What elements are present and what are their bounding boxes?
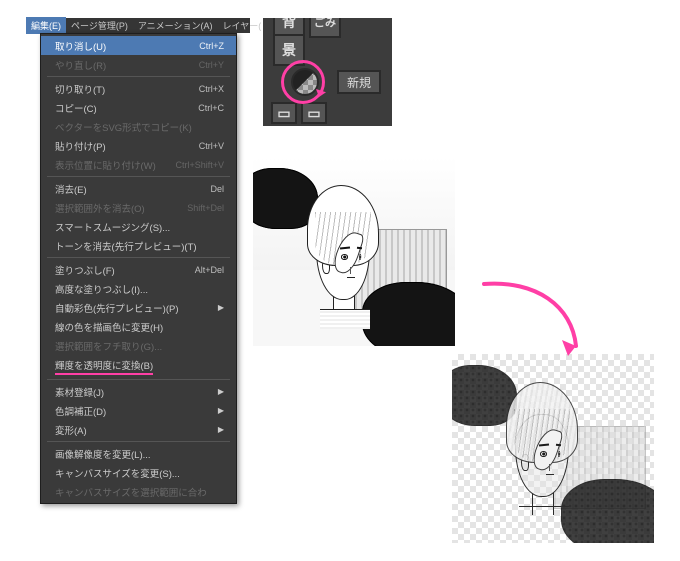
menu-item-hotkey: Alt+Del (195, 265, 224, 275)
toolbar-crop: 背 ごみ 景 新規 ▭ ▭ (263, 18, 392, 126)
menu-item-hotkey: Ctrl+C (198, 103, 224, 113)
menu-item: やり直し(R) Ctrl+Y (41, 55, 236, 74)
menu-item[interactable]: 輝度を透明度に変換(B) (41, 355, 236, 377)
app-menubar: 編集(E) ページ管理(P) アニメーション(A) レイヤー( (26, 18, 250, 33)
menu-item: 表示位置に貼り付け(W) Ctrl+Shift+V (41, 155, 236, 174)
menu-item[interactable]: 高度な塗りつぶし(I)... (41, 279, 236, 298)
illustration-before (253, 157, 455, 346)
toolbar-button-new[interactable]: 新規 (337, 70, 381, 94)
edit-menu-dropdown: 取り消し(U) Ctrl+Z やり直し(R) Ctrl+Y 切り取り(T) Ctrl+X コ… (40, 33, 237, 504)
chevron-right-icon: ▶ (218, 387, 224, 396)
menu-item-label: 切り取り(T) (55, 82, 105, 96)
menu-item-label: 取り消し(U) (55, 39, 106, 53)
menu-item-label: スマートスムージング(S)... (55, 220, 170, 234)
menubar-item-edit[interactable]: 編集(E) (26, 17, 66, 34)
menu-item-label: 素材登録(J) (55, 385, 104, 399)
menu-item: 選択範囲をフチ取り(G)... (41, 336, 236, 355)
menu-item[interactable]: 色調補正(D) ▶ (41, 401, 236, 420)
menu-item-label: 自動彩色(先行プレビュー)(P) (55, 301, 179, 315)
menu-item: キャンバスサイズを選択範囲に合わ (41, 482, 236, 501)
chevron-right-icon: ▶ (218, 406, 224, 415)
annotation-circle (281, 60, 325, 104)
menu-item-hotkey: Ctrl+Shift+V (175, 160, 224, 170)
menu-item[interactable]: 消去(E) Del (41, 179, 236, 198)
menu-item[interactable]: 取り消し(U) Ctrl+Z (41, 36, 236, 55)
menu-item-label: キャンバスサイズを変更(S)... (55, 466, 180, 480)
menu-item[interactable]: トーンを消去(先行プレビュー)(T) (41, 236, 236, 255)
chevron-right-icon: ▶ (218, 425, 224, 434)
menu-item-label: 表示位置に貼り付け(W) (55, 158, 156, 172)
chevron-right-icon: ▶ (218, 303, 224, 312)
menu-item: 選択範囲外を消去(O) Shift+Del (41, 198, 236, 217)
menu-item[interactable]: 貼り付け(P) Ctrl+V (41, 136, 236, 155)
menu-item-label: 消去(E) (55, 182, 87, 196)
menu-item[interactable]: 素材登録(J) ▶ (41, 382, 236, 401)
menu-item-label: 貼り付け(P) (55, 139, 106, 153)
menubar-item-layer[interactable]: レイヤー( (217, 17, 266, 34)
menu-item-label: 高度な塗りつぶし(I)... (55, 282, 148, 296)
menu-item-label: 選択範囲外を消去(O) (55, 201, 145, 215)
annotation-arrow-icon (476, 276, 596, 366)
menu-item-hotkey: Ctrl+X (199, 84, 224, 94)
menu-item[interactable]: 画像解像度を変更(L)... (41, 444, 236, 463)
menu-item-label: 線の色を描画色に変更(H) (55, 320, 163, 334)
menubar-item-animation[interactable]: アニメーション(A) (133, 17, 218, 34)
menu-item-hotkey: Del (210, 184, 224, 194)
menu-item[interactable]: 線の色を描画色に変更(H) (41, 317, 236, 336)
menu-item-label: 変形(A) (55, 423, 87, 437)
menu-item[interactable]: 自動彩色(先行プレビュー)(P) ▶ (41, 298, 236, 317)
menu-item-label: 塗りつぶし(F) (55, 263, 115, 277)
menubar-item-page[interactable]: ページ管理(P) (66, 17, 133, 34)
menu-item: ベクターをSVG形式でコピー(K) (41, 117, 236, 136)
menu-item-hotkey: Shift+Del (187, 203, 224, 213)
menu-item-hotkey: Ctrl+Z (199, 41, 224, 51)
menu-item-hotkey: Ctrl+V (199, 141, 224, 151)
menu-item-hotkey: Ctrl+Y (199, 60, 224, 70)
menu-item-label: トーンを消去(先行プレビュー)(T) (55, 239, 196, 253)
menu-item[interactable]: 変形(A) ▶ (41, 420, 236, 439)
toolbar-button-misc-1[interactable]: ▭ (271, 102, 297, 124)
menu-item[interactable]: スマートスムージング(S)... (41, 217, 236, 236)
illustration-after (452, 354, 654, 543)
menu-item-label: ベクターをSVG形式でコピー(K) (55, 120, 192, 134)
menu-item-label: キャンバスサイズを選択範囲に合わ (55, 485, 207, 499)
menu-item-label: コピー(C) (55, 101, 97, 115)
toolbar-button-trash[interactable]: ごみ (309, 18, 341, 38)
toolbar-button-misc-2[interactable]: ▭ (301, 102, 327, 124)
menu-item-label: 色調補正(D) (55, 404, 106, 418)
menu-item[interactable]: キャンバスサイズを変更(S)... (41, 463, 236, 482)
menu-item[interactable]: コピー(C) Ctrl+C (41, 98, 236, 117)
menu-item-label: 選択範囲をフチ取り(G)... (55, 339, 162, 353)
menu-item-label: 輝度を透明度に変換(B) (55, 358, 153, 375)
menu-item-label: やり直し(R) (55, 58, 106, 72)
menu-item[interactable]: 切り取り(T) Ctrl+X (41, 79, 236, 98)
menu-item[interactable]: 塗りつぶし(F) Alt+Del (41, 260, 236, 279)
menu-item-label: 画像解像度を変更(L)... (55, 447, 151, 461)
